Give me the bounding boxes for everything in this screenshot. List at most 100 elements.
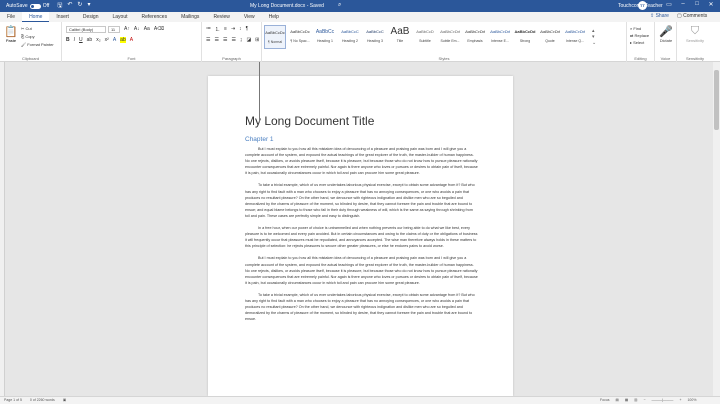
zoom-slider[interactable]: ———|——— <box>652 398 674 402</box>
italic-icon[interactable]: I <box>74 37 75 43</box>
tab-view[interactable]: View <box>237 12 262 22</box>
highlight-icon[interactable]: ab <box>120 37 126 43</box>
paragraph[interactable]: To take a trivial example, which of us e… <box>245 182 478 219</box>
read-mode-icon[interactable]: ▤ <box>616 398 619 402</box>
scroll-thumb[interactable] <box>714 70 719 130</box>
shading-icon[interactable]: ◪ <box>246 37 251 43</box>
undo-icon[interactable]: ↶ <box>67 1 72 11</box>
save-icon[interactable]: 🖫 <box>57 1 62 11</box>
focus-button[interactable]: Focus <box>600 398 610 402</box>
borders-icon[interactable]: ⊞ <box>255 37 259 43</box>
sensitivity-button[interactable]: ⛉ Sensitivity <box>685 25 705 43</box>
zoom-level[interactable]: 100% <box>687 398 696 402</box>
bold-icon[interactable]: B <box>66 37 70 43</box>
redo-icon[interactable]: ↻ <box>77 1 82 11</box>
pilcrow-icon[interactable]: ¶ <box>246 26 249 33</box>
customize-icon[interactable]: ▾ <box>87 1 90 11</box>
close-icon[interactable]: ✕ <box>704 1 718 8</box>
bullets-icon[interactable]: ≔ <box>206 26 211 33</box>
align-center-icon[interactable]: ☰ <box>214 37 218 43</box>
style-normal[interactable]: AaBbCcDc ¶ Normal <box>264 25 286 49</box>
style-heading-3[interactable]: AaBbCcC Heading 3 <box>364 25 386 49</box>
style-no-spacing[interactable]: AaBbCcDc ¶ No Spac... <box>289 25 311 49</box>
vertical-scrollbar[interactable] <box>713 62 720 396</box>
find-button[interactable]: ⌕ Find <box>630 26 641 31</box>
document-heading[interactable]: My Long Document Title <box>245 114 374 128</box>
copy-button[interactable]: ⎘ Copy <box>21 34 35 39</box>
shrink-font-icon[interactable]: A↓ <box>134 26 140 32</box>
autosave-toggle[interactable]: AutoSave Off <box>6 3 49 9</box>
tab-file[interactable]: File <box>0 12 22 22</box>
text-effects-icon[interactable]: A <box>113 37 116 43</box>
print-layout-icon[interactable]: ▦ <box>625 398 628 402</box>
search-icon[interactable]: ⌕ <box>338 2 341 9</box>
paragraph[interactable]: To take a trivial example, which of us e… <box>245 292 478 322</box>
tab-layout[interactable]: Layout <box>106 12 135 22</box>
chapter-heading[interactable]: Chapter 1 <box>245 136 274 143</box>
change-case-icon[interactable]: Aa <box>144 26 150 32</box>
copy-label: Copy <box>25 34 35 39</box>
tab-references[interactable]: References <box>135 12 175 22</box>
paragraph[interactable]: But I must explain to you how all this m… <box>245 255 478 285</box>
tab-design[interactable]: Design <box>76 12 106 22</box>
multilevel-icon[interactable]: ≡ <box>224 26 227 33</box>
toggle-switch[interactable] <box>29 3 41 9</box>
style-subtitle[interactable]: AaBbCcD Subtitle <box>414 25 436 49</box>
maximize-icon[interactable]: □ <box>690 1 704 7</box>
proofing-icon[interactable]: ▣ <box>63 398 66 402</box>
select-button[interactable]: ▸ Select <box>630 40 644 45</box>
style-intense-emphasis[interactable]: AaBbCcDd Intense E... <box>489 25 511 49</box>
superscript-icon[interactable]: x² <box>105 37 109 43</box>
style-sample: AaBbCcDd <box>490 29 510 34</box>
style-quote[interactable]: AaBbCcDd Quote <box>539 25 561 49</box>
ribbon-display-icon[interactable]: ▭ <box>662 1 676 8</box>
shield-icon: ⛉ <box>690 25 700 37</box>
strikethrough-icon[interactable]: ab <box>87 37 93 43</box>
tab-home[interactable]: Home <box>22 12 50 22</box>
comments-button[interactable]: ▢ Comments <box>677 13 707 19</box>
minimize-icon[interactable]: – <box>676 1 690 7</box>
style-emphasis[interactable]: AaBbCcDd Emphasis <box>464 25 486 49</box>
tab-mailings[interactable]: Mailings <box>174 12 206 22</box>
indent-icon[interactable]: ⇥ <box>231 26 235 33</box>
word-count[interactable]: 0 of 2260 words <box>30 398 55 402</box>
clear-format-icon[interactable]: A⌫ <box>154 26 164 32</box>
font-name-dropdown[interactable]: Calibri (Body) <box>66 26 106 33</box>
document-body[interactable]: But I must explain to you how all this m… <box>245 146 478 328</box>
dictate-button[interactable]: 🎤 Dictate <box>656 25 676 43</box>
share-button[interactable]: ⇪ Share <box>650 13 669 19</box>
paragraph[interactable]: In a free hour, when our power of choice… <box>245 225 478 249</box>
underline-icon[interactable]: U <box>79 37 83 43</box>
format-painter-button[interactable]: 🖌 Format Painter <box>21 42 54 47</box>
styles-scroll-icon[interactable]: ▴ ▾ ⌄ <box>592 28 596 46</box>
align-left-icon[interactable]: ☰ <box>206 37 210 43</box>
style-heading-2[interactable]: AaBbCcC Heading 2 <box>339 25 361 49</box>
style-heading-1[interactable]: AaBbCc Heading 1 <box>314 25 336 49</box>
subscript-icon[interactable]: x₂ <box>96 37 100 43</box>
zoom-in-icon[interactable]: + <box>679 398 681 402</box>
justify-icon[interactable]: ☰ <box>231 37 235 43</box>
page-count[interactable]: Page 1 of 5 <box>4 398 22 402</box>
web-layout-icon[interactable]: ▥ <box>634 398 637 402</box>
font-color-icon[interactable]: A <box>130 37 133 43</box>
replace-button[interactable]: ⇄ Replace <box>630 33 649 38</box>
tab-help[interactable]: Help <box>262 12 286 22</box>
style-strong[interactable]: AaBbCcDd Strong <box>514 25 536 49</box>
style-title[interactable]: AaB Title <box>389 25 411 49</box>
line-spacing-icon[interactable]: ↨ <box>240 37 243 43</box>
document-page[interactable]: My Long Document Title Chapter 1 But I m… <box>208 76 513 396</box>
tab-insert[interactable]: Insert <box>49 12 76 22</box>
align-right-icon[interactable]: ☰ <box>223 37 227 43</box>
tab-review[interactable]: Review <box>206 12 236 22</box>
zoom-out-icon[interactable]: − <box>643 398 645 402</box>
grow-font-icon[interactable]: A↑ <box>124 26 130 32</box>
cut-button[interactable]: ✂ Cut <box>21 26 32 31</box>
paragraph[interactable]: But I must explain to you how all this m… <box>245 146 478 176</box>
font-size-dropdown[interactable]: 11 <box>108 26 120 33</box>
avatar[interactable]: TT <box>638 1 647 10</box>
sort-icon[interactable]: ↕ <box>239 26 242 33</box>
style-subtle-emphasis[interactable]: AaBbCcDd Subtle Em... <box>439 25 461 49</box>
numbering-icon[interactable]: ⒈ <box>215 26 220 33</box>
paste-button[interactable]: 📋 Paste <box>4 25 18 43</box>
style-intense-quote[interactable]: AaBbCcDd Intense Q... <box>564 25 586 49</box>
